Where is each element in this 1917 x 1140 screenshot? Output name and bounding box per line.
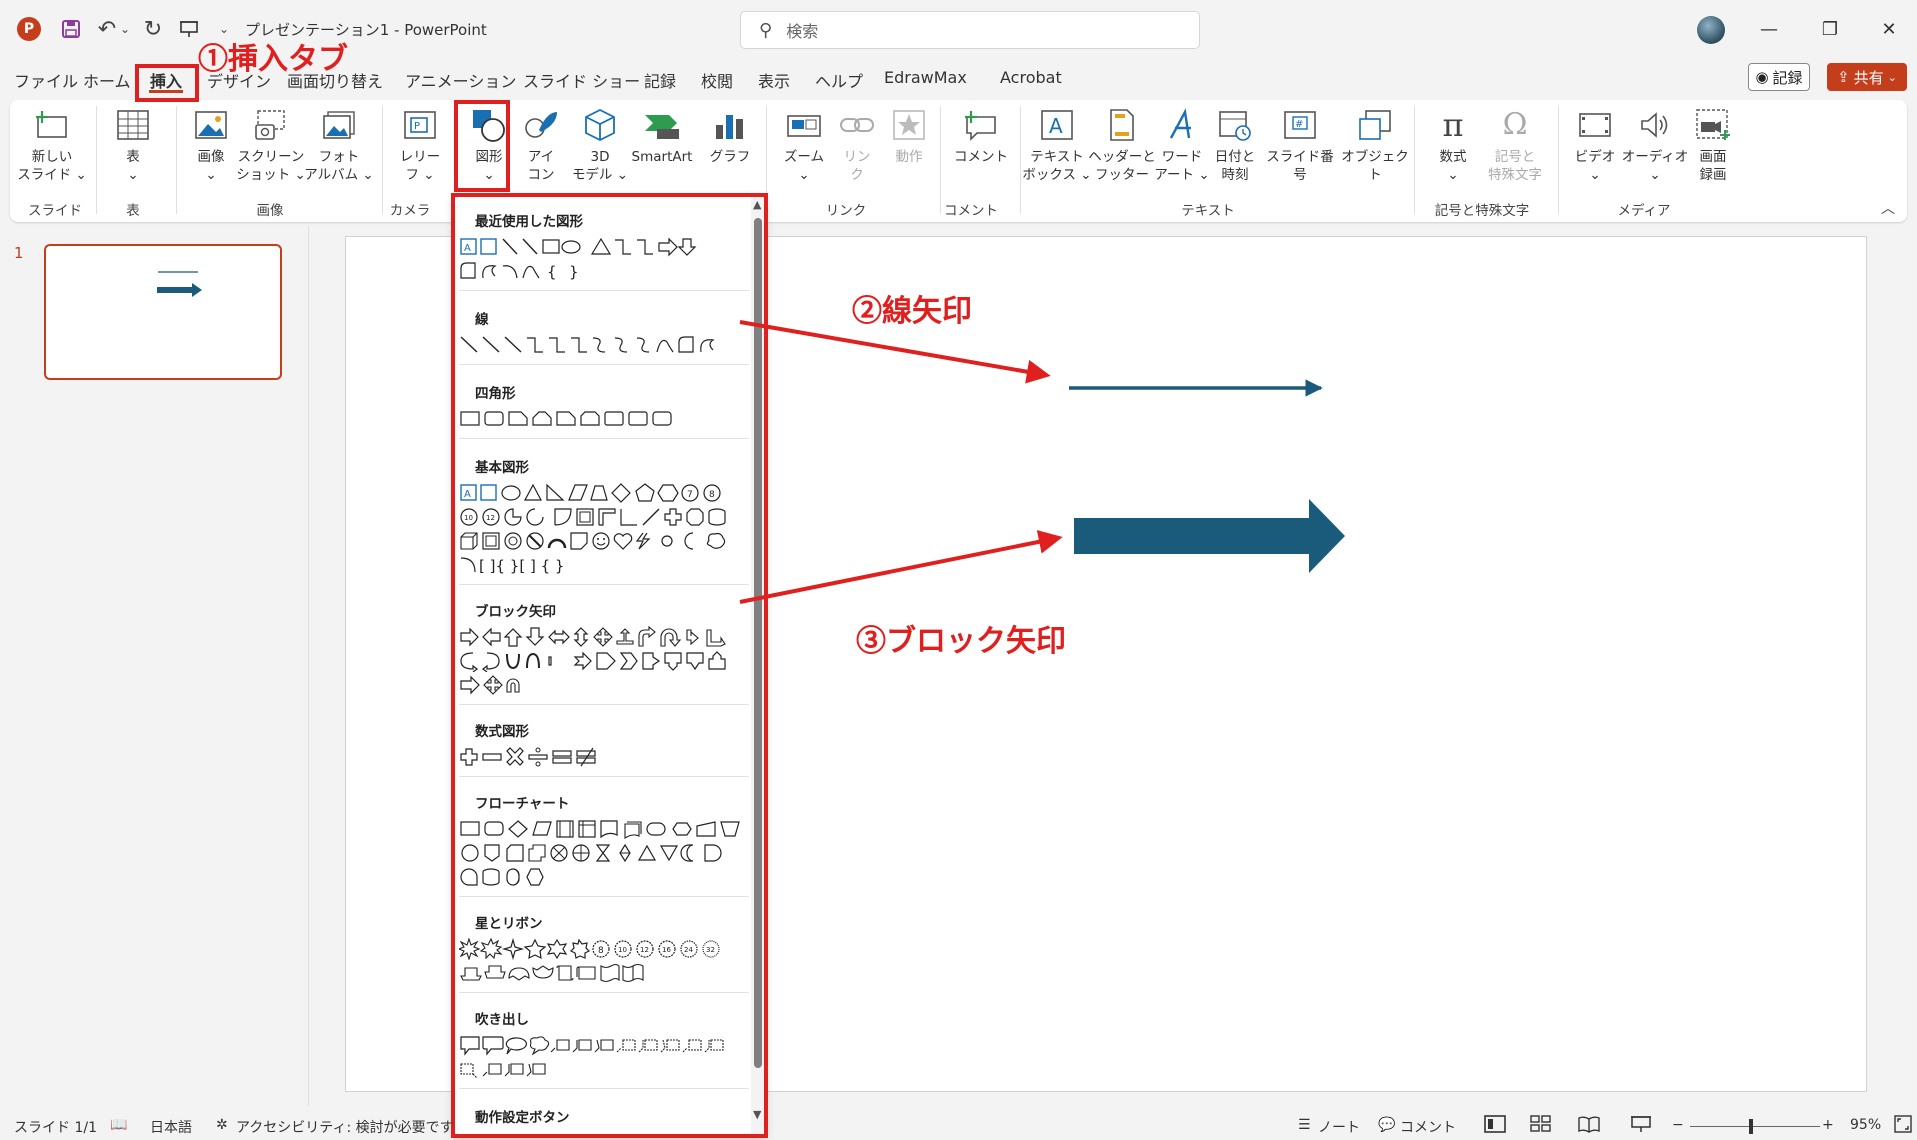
normal-view-icon[interactable]	[1484, 1115, 1506, 1137]
annotation-arrow-line	[739, 320, 1051, 384]
spellcheck-icon[interactable]: 📖	[110, 1117, 127, 1133]
slide-count: スライド 1/1	[14, 1120, 97, 1136]
slide-sorter-icon[interactable]	[1530, 1115, 1552, 1137]
notes-icon[interactable]: ☰	[1298, 1117, 1311, 1133]
language-indicator[interactable]: 日本語	[150, 1117, 192, 1137]
status-bar: スライド 1/1 📖 日本語 ✲ アクセシビリティ: 検討が必要です ☰ ノート…	[0, 1112, 1917, 1140]
zoom-slider-handle[interactable]	[1749, 1119, 1753, 1134]
notes-button[interactable]: ノート	[1318, 1117, 1360, 1137]
accessibility-status[interactable]: アクセシビリティ: 検討が必要です	[236, 1117, 454, 1137]
zoom-out-button[interactable]: −	[1672, 1117, 1684, 1133]
fit-to-window-icon[interactable]	[1894, 1115, 1912, 1137]
accessibility-icon[interactable]: ✲	[216, 1117, 228, 1133]
reading-view-icon[interactable]	[1578, 1115, 1600, 1137]
comments-button[interactable]: コメント	[1400, 1117, 1456, 1137]
annotation-arrow-block	[739, 530, 1063, 604]
zoom-in-button[interactable]: +	[1822, 1117, 1834, 1133]
zoom-level[interactable]: 95%	[1850, 1117, 1881, 1133]
zoom-slider-track[interactable]	[1690, 1126, 1820, 1127]
comments-icon[interactable]: 💬	[1378, 1117, 1395, 1133]
slideshow-view-icon[interactable]	[1630, 1115, 1652, 1137]
annotation-arrows	[739, 320, 1063, 604]
